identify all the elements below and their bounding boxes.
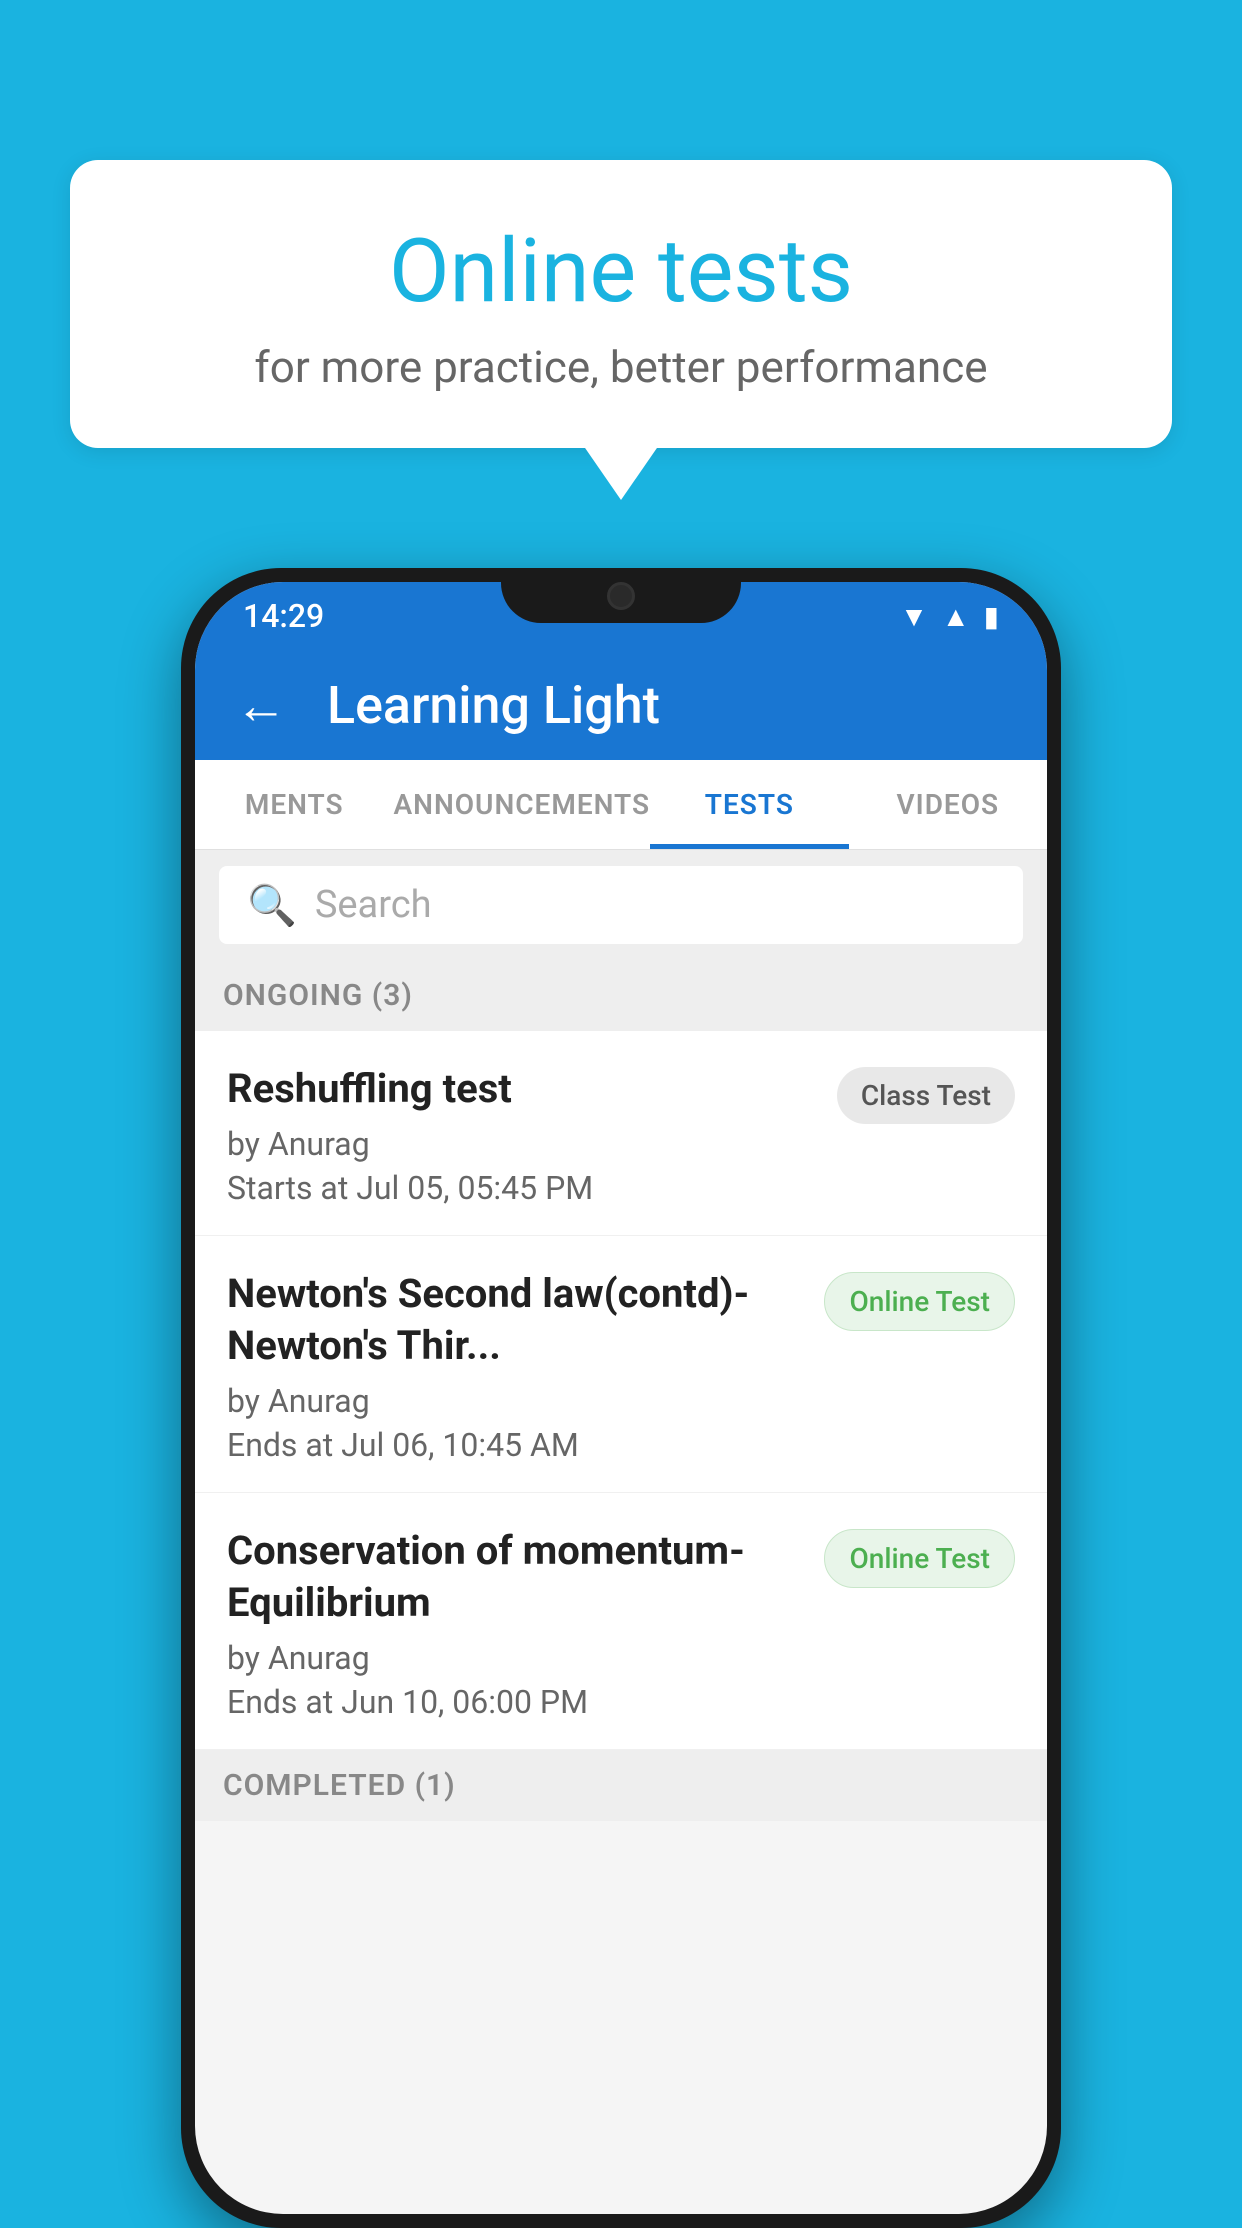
phone-notch — [501, 568, 741, 623]
test-date-1: Starts at Jul 05, 05:45 PM — [227, 1169, 817, 1207]
test-author-3: by Anurag — [227, 1639, 804, 1677]
test-title-2: Newton's Second law(contd)-Newton's Thir… — [227, 1268, 804, 1372]
tab-tests[interactable]: TESTS — [650, 760, 848, 849]
completed-label: COMPLETED (1) — [223, 1768, 456, 1803]
speech-bubble-title: Online tests — [150, 220, 1092, 323]
app-top-bar: ← Learning Light — [195, 650, 1047, 760]
search-placeholder: Search — [315, 883, 432, 927]
search-icon: 🔍 — [247, 882, 297, 929]
test-author-2: by Anurag — [227, 1382, 804, 1420]
back-button[interactable]: ← — [235, 675, 287, 736]
test-title-1: Reshuffling test — [227, 1063, 817, 1115]
tab-announcements[interactable]: ANNOUNCEMENTS — [393, 760, 650, 849]
test-list: Reshuffling test by Anurag Starts at Jul… — [195, 1031, 1047, 1750]
phone-screen: 14:29 ▼ ▲ ▮ ← Learning Light MENTS ANNOU… — [195, 582, 1047, 2214]
speech-bubble-subtitle: for more practice, better performance — [150, 341, 1092, 393]
test-info-1: Reshuffling test by Anurag Starts at Jul… — [227, 1063, 837, 1207]
speech-bubble: Online tests for more practice, better p… — [70, 160, 1172, 448]
test-author-1: by Anurag — [227, 1125, 817, 1163]
test-item-3[interactable]: Conservation of momentum-Equilibrium by … — [195, 1493, 1047, 1750]
signal-icon: ▲ — [942, 600, 970, 633]
test-item-1[interactable]: Reshuffling test by Anurag Starts at Jul… — [195, 1031, 1047, 1236]
test-date-3: Ends at Jun 10, 06:00 PM — [227, 1683, 804, 1721]
test-info-3: Conservation of momentum-Equilibrium by … — [227, 1525, 824, 1721]
test-badge-2: Online Test — [824, 1272, 1015, 1331]
app-title: Learning Light — [327, 675, 660, 736]
battery-icon: ▮ — [984, 600, 999, 633]
test-info-2: Newton's Second law(contd)-Newton's Thir… — [227, 1268, 824, 1464]
test-item-2[interactable]: Newton's Second law(contd)-Newton's Thir… — [195, 1236, 1047, 1493]
speech-bubble-container: Online tests for more practice, better p… — [70, 160, 1172, 448]
status-icons: ▼ ▲ ▮ — [900, 600, 999, 633]
ongoing-section-header: ONGOING (3) — [195, 960, 1047, 1031]
phone-camera — [607, 582, 635, 610]
test-title-3: Conservation of momentum-Equilibrium — [227, 1525, 804, 1629]
test-badge-1: Class Test — [837, 1067, 1015, 1124]
phone-frame: 14:29 ▼ ▲ ▮ ← Learning Light MENTS ANNOU… — [181, 568, 1061, 2228]
tab-videos[interactable]: VIDEOS — [849, 760, 1047, 849]
tabs-bar: MENTS ANNOUNCEMENTS TESTS VIDEOS — [195, 760, 1047, 850]
status-time: 14:29 — [243, 597, 324, 635]
search-container: 🔍 Search — [195, 850, 1047, 960]
search-bar[interactable]: 🔍 Search — [219, 866, 1023, 944]
test-badge-3: Online Test — [824, 1529, 1015, 1588]
tab-ments[interactable]: MENTS — [195, 760, 393, 849]
ongoing-label: ONGOING (3) — [223, 978, 413, 1013]
wifi-icon: ▼ — [900, 600, 928, 633]
test-date-2: Ends at Jul 06, 10:45 AM — [227, 1426, 804, 1464]
completed-section-header: COMPLETED (1) — [195, 1750, 1047, 1821]
